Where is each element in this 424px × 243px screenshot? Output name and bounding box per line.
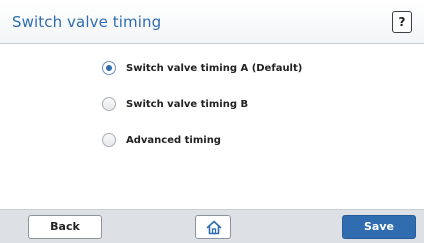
option-advanced-timing[interactable]: Advanced timing	[102, 130, 302, 150]
timing-options: Switch valve timing A (Default) Switch v…	[102, 58, 302, 166]
save-button[interactable]: Save	[342, 215, 416, 239]
radio-timing-a[interactable]	[102, 61, 116, 75]
screen: Switch valve timing ? Switch valve timin…	[0, 0, 424, 243]
option-label: Switch valve timing B	[126, 98, 249, 110]
back-button[interactable]: Back	[28, 215, 102, 239]
header-bar: Switch valve timing ?	[0, 0, 424, 44]
option-label: Switch valve timing A (Default)	[126, 62, 303, 74]
radio-timing-b[interactable]	[102, 97, 116, 111]
radio-advanced-timing[interactable]	[102, 133, 116, 147]
option-timing-a[interactable]: Switch valve timing A (Default)	[102, 58, 302, 78]
option-timing-b[interactable]: Switch valve timing B	[102, 94, 302, 114]
home-icon	[206, 220, 222, 235]
option-label: Advanced timing	[126, 134, 221, 146]
page-title: Switch valve timing	[12, 13, 162, 31]
help-button[interactable]: ?	[392, 11, 412, 33]
home-button[interactable]	[195, 215, 231, 239]
footer-bar: Back Save	[0, 209, 424, 243]
